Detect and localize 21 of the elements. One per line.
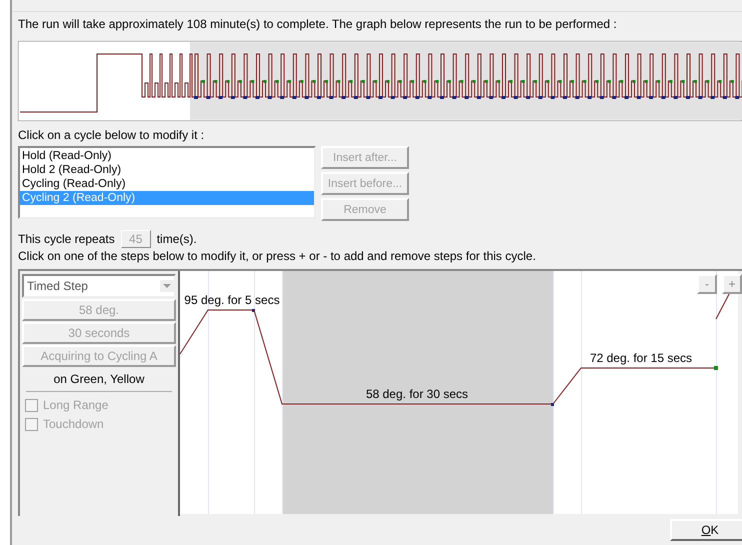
steps-prompt: Click on one of the steps below to modify it, or press + or - to add and remove steps for this cycle. bbox=[18, 249, 537, 264]
cycle-prompt: Click on a cycle below to modify it : bbox=[18, 128, 206, 143]
ok-button[interactable]: OK bbox=[670, 519, 742, 541]
step-button[interactable]: + bbox=[722, 274, 742, 294]
checkbox-label: Long Range bbox=[43, 398, 108, 412]
cycle-item[interactable]: Cycling 2 (Read-Only) bbox=[20, 191, 314, 205]
checkbox-label: Touchdown bbox=[43, 417, 104, 431]
step-button[interactable]: - bbox=[697, 274, 717, 294]
step-label[interactable]: 58 deg. for 30 secs bbox=[366, 387, 468, 401]
run-summary: The run will take approximately 108 minute(s) to complete. The graph below represents the run to be performed : bbox=[18, 17, 618, 32]
cycle-item[interactable]: Hold 2 (Read-Only) bbox=[20, 163, 314, 177]
step-label[interactable]: 72 deg. for 15 secs bbox=[590, 351, 692, 365]
cycle-item[interactable]: Cycling (Read-Only) bbox=[20, 177, 314, 191]
acquire-channels: on Green, Yellow bbox=[52, 371, 146, 388]
temperature-line[interactable] bbox=[552, 368, 716, 404]
temperature-line[interactable] bbox=[180, 310, 254, 354]
temperature-line[interactable] bbox=[254, 310, 554, 404]
repeats-unit: time(s). bbox=[156, 232, 197, 246]
repeats-label: This cycle repeats bbox=[18, 232, 115, 246]
cycle-item[interactable]: Hold (Read-Only) bbox=[20, 149, 314, 163]
step-label[interactable]: 95 deg. for 5 secs bbox=[184, 293, 280, 307]
